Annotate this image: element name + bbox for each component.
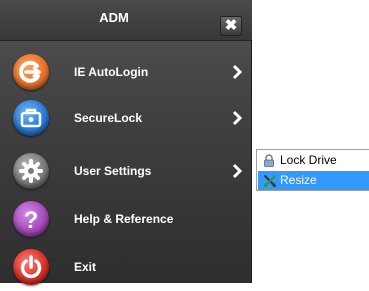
menu-item-user-settings[interactable]: User Settings xyxy=(0,149,252,195)
power-icon xyxy=(13,249,49,285)
svg-text:?: ? xyxy=(24,207,39,234)
menu-item-help-reference[interactable]: ? Help & Reference xyxy=(0,197,252,243)
ie-autologin-icon xyxy=(13,54,49,90)
menu-item-label: IE AutoLogin xyxy=(74,65,149,79)
menu-item-ie-autologin[interactable]: IE AutoLogin xyxy=(0,50,252,96)
user-settings-submenu: Lock Drive Resize xyxy=(256,149,369,191)
title-bar: ADM ✖ xyxy=(0,0,252,41)
lock-icon xyxy=(264,154,274,167)
chevron-right-icon xyxy=(232,110,242,126)
submenu-item-label: Resize xyxy=(280,173,317,187)
menu-item-label: Exit xyxy=(74,260,97,274)
resize-tools-icon xyxy=(263,174,277,188)
submenu-item-lock-drive[interactable]: Lock Drive xyxy=(258,151,369,170)
menu-item-securelock[interactable]: SecureLock xyxy=(0,96,252,142)
menu-item-exit[interactable]: Exit xyxy=(0,245,252,291)
securelock-icon xyxy=(13,100,49,136)
menu-item-label: SecureLock xyxy=(74,111,143,125)
submenu-item-resize[interactable]: Resize xyxy=(258,171,369,190)
adm-menu-panel: ADM ✖ IE AutoLogin SecureLock User Setti… xyxy=(0,0,252,285)
menu-item-label: User Settings xyxy=(74,164,152,178)
gear-icon xyxy=(13,153,49,189)
close-button[interactable]: ✖ xyxy=(220,16,242,36)
chevron-right-icon xyxy=(232,163,242,179)
help-icon: ? xyxy=(13,201,49,237)
close-icon: ✖ xyxy=(224,17,238,34)
chevron-right-icon xyxy=(232,64,242,80)
window-title: ADM xyxy=(99,10,129,25)
menu-item-label: Help & Reference xyxy=(74,212,174,226)
submenu-item-label: Lock Drive xyxy=(280,153,337,167)
